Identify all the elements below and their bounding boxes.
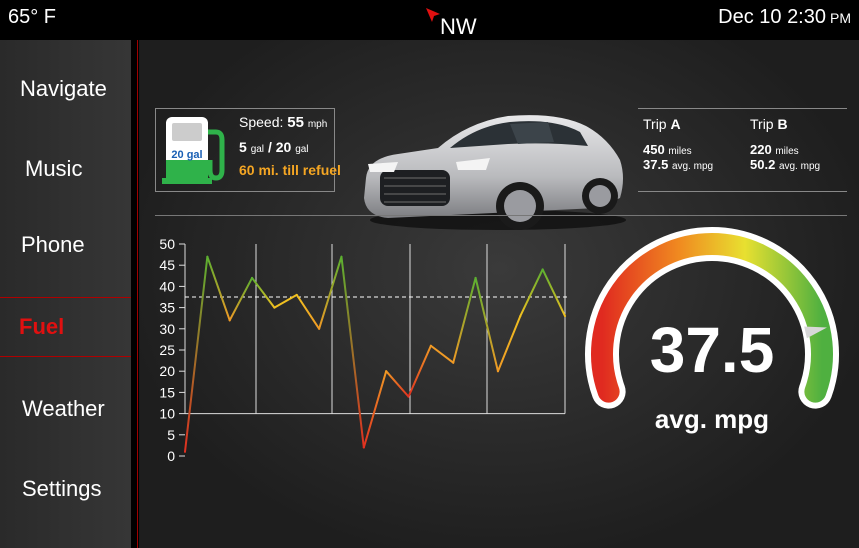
trip-label: Trip <box>643 116 667 132</box>
trip-miles-unit: miles <box>668 146 692 157</box>
series-segment <box>519 268 544 318</box>
car-image <box>364 115 626 230</box>
data-point <box>452 361 455 364</box>
series-segment <box>496 315 522 373</box>
data-point <box>474 276 477 279</box>
sidebar-item-music[interactable]: Music <box>0 140 131 196</box>
series-segment <box>452 276 477 364</box>
time-readout: 2:30 <box>787 6 826 28</box>
series-segment <box>407 344 432 398</box>
y-tick-label: 45 <box>159 257 175 273</box>
y-tick-label: 20 <box>159 363 175 379</box>
data-point <box>385 370 388 373</box>
data-point <box>228 319 231 322</box>
data-point <box>496 370 499 373</box>
gallons-unit: gal <box>250 144 265 155</box>
y-tick-label: 40 <box>159 278 175 294</box>
series-segment <box>251 276 276 309</box>
date-readout: Dec 10 <box>718 6 782 28</box>
y-tick-label: 50 <box>159 236 175 252</box>
refuel-warning: 60 mi. till refuel <box>239 162 341 178</box>
data-point <box>295 293 298 296</box>
date-time: Dec 10 2:30 PM <box>718 6 851 29</box>
section-divider <box>155 215 847 216</box>
trip-mpg: 50.2 <box>750 157 776 172</box>
y-tick-label: 30 <box>159 321 175 337</box>
gauge-value: 37.5 <box>650 314 775 386</box>
gauge-label: avg. mpg <box>655 404 769 434</box>
sidebar-item-weather[interactable]: Weather <box>0 380 131 436</box>
sidebar-item-label: Phone <box>21 232 85 257</box>
sidebar-item-settings[interactable]: Settings <box>0 460 131 516</box>
sidebar-item-label: Music <box>25 156 83 181</box>
sidebar-divider <box>137 40 138 548</box>
series-segment <box>385 370 410 398</box>
speed-unit: mph <box>307 119 328 130</box>
speed-value: 55 <box>287 114 304 131</box>
series-segment <box>429 344 455 364</box>
series-segment <box>228 276 254 322</box>
series-segment <box>184 255 209 453</box>
data-point <box>541 268 544 271</box>
ampm-readout: PM <box>830 10 851 26</box>
temperature-readout: 65° F <box>8 6 57 28</box>
status-bar: 65° F NW Dec 10 2:30 PM <box>0 0 859 40</box>
trip-label: Trip <box>750 116 774 132</box>
data-point <box>519 315 522 318</box>
data-point <box>206 255 209 258</box>
data-point <box>251 276 254 279</box>
trip-miles-unit: miles <box>775 146 799 157</box>
series-segment <box>340 255 365 449</box>
sidebar-item-fuel[interactable]: Fuel <box>0 297 131 357</box>
compass: NW <box>424 6 484 39</box>
avg-mpg-gauge: 37.5 avg. mpg <box>585 227 839 434</box>
data-point <box>362 446 365 449</box>
gallons-capacity: 20 <box>275 139 292 155</box>
mpg-history-chart: 0 5 10 15 20 25 30 35 40 45 50 <box>159 236 569 464</box>
trip-mpg-unit: avg. mpg <box>671 161 714 172</box>
sidebar: Navigate Music Phone Fuel Weather Settin… <box>0 40 131 548</box>
gallons-current: 5 <box>239 139 247 155</box>
data-point <box>273 306 276 309</box>
series-segment <box>362 370 388 449</box>
series-segment <box>318 255 343 330</box>
sidebar-item-label: Weather <box>22 396 105 421</box>
sidebar-item-phone[interactable]: Phone <box>0 216 131 272</box>
sidebar-item-label: Navigate <box>20 76 107 101</box>
speed-readout: Speed: 55 mph <box>239 114 327 131</box>
trip-mpg: 37.5 <box>643 157 669 172</box>
trip-miles: 450 <box>643 142 665 157</box>
y-tick-label: 10 <box>159 406 175 422</box>
gallons-capacity-unit: gal <box>295 144 309 155</box>
series-segment <box>541 268 566 318</box>
series-segment <box>206 255 231 322</box>
fuel-pump-icon: 20 gal <box>162 117 225 184</box>
trip-miles: 220 <box>750 142 772 157</box>
y-tick-label: 35 <box>159 300 175 316</box>
trip-letter: A <box>670 116 681 132</box>
data-point <box>429 344 432 347</box>
sidebar-item-navigate[interactable]: Navigate <box>0 60 131 116</box>
trip-b-panel: Trip B 220 miles 50.2 avg. mpg <box>750 116 820 172</box>
tank-capacity-label: 20 gal <box>171 149 202 161</box>
y-tick-label: 15 <box>159 384 175 400</box>
heading-readout: NW <box>440 14 477 39</box>
y-tick-label: 0 <box>167 448 175 464</box>
trip-mpg-unit: avg. mpg <box>778 161 821 172</box>
trip-a-panel: Trip A 450 miles 37.5 avg. mpg <box>643 116 713 172</box>
y-tick-label: 5 <box>167 427 175 443</box>
speed-label: Speed: <box>239 114 284 130</box>
data-point <box>407 395 410 398</box>
gallons-separator: / <box>267 139 272 155</box>
data-point <box>318 327 321 330</box>
data-point <box>340 255 343 258</box>
trip-letter: B <box>777 116 788 132</box>
y-tick-label: 25 <box>159 342 175 358</box>
fuel-level-readout: 5 gal / 20 gal <box>239 139 309 155</box>
data-point <box>564 315 566 318</box>
sidebar-item-label: Settings <box>22 476 102 501</box>
data-point <box>184 450 186 453</box>
series-segment <box>295 293 321 330</box>
sidebar-item-label: Fuel <box>19 314 65 339</box>
